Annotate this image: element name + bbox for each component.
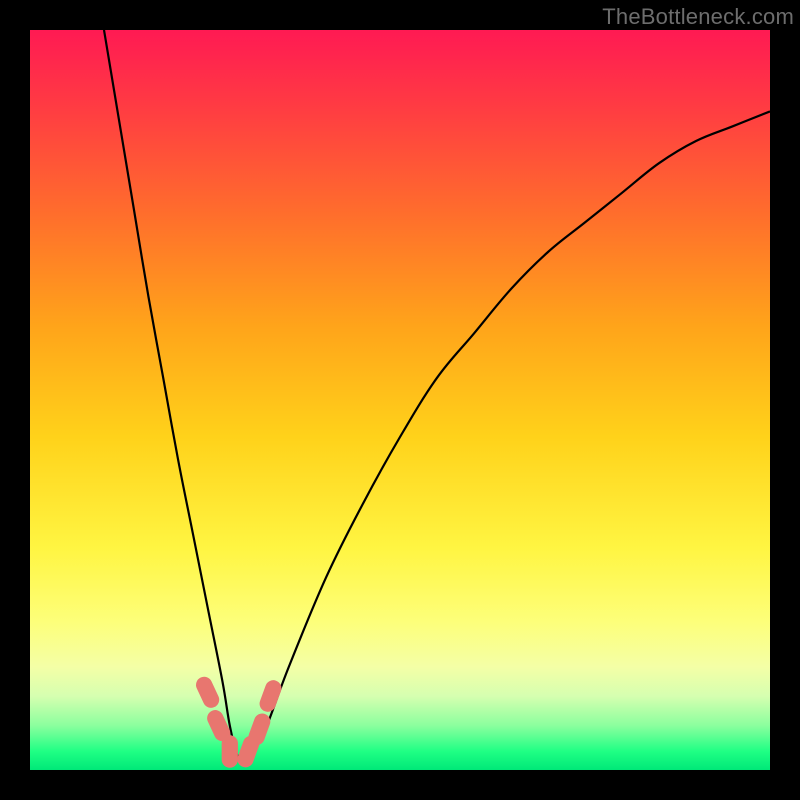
curve-marker xyxy=(222,735,238,768)
bottleneck-chart xyxy=(30,30,770,770)
chart-frame xyxy=(30,30,770,770)
gradient-background xyxy=(30,30,770,770)
watermark-text: TheBottleneck.com xyxy=(602,4,794,30)
